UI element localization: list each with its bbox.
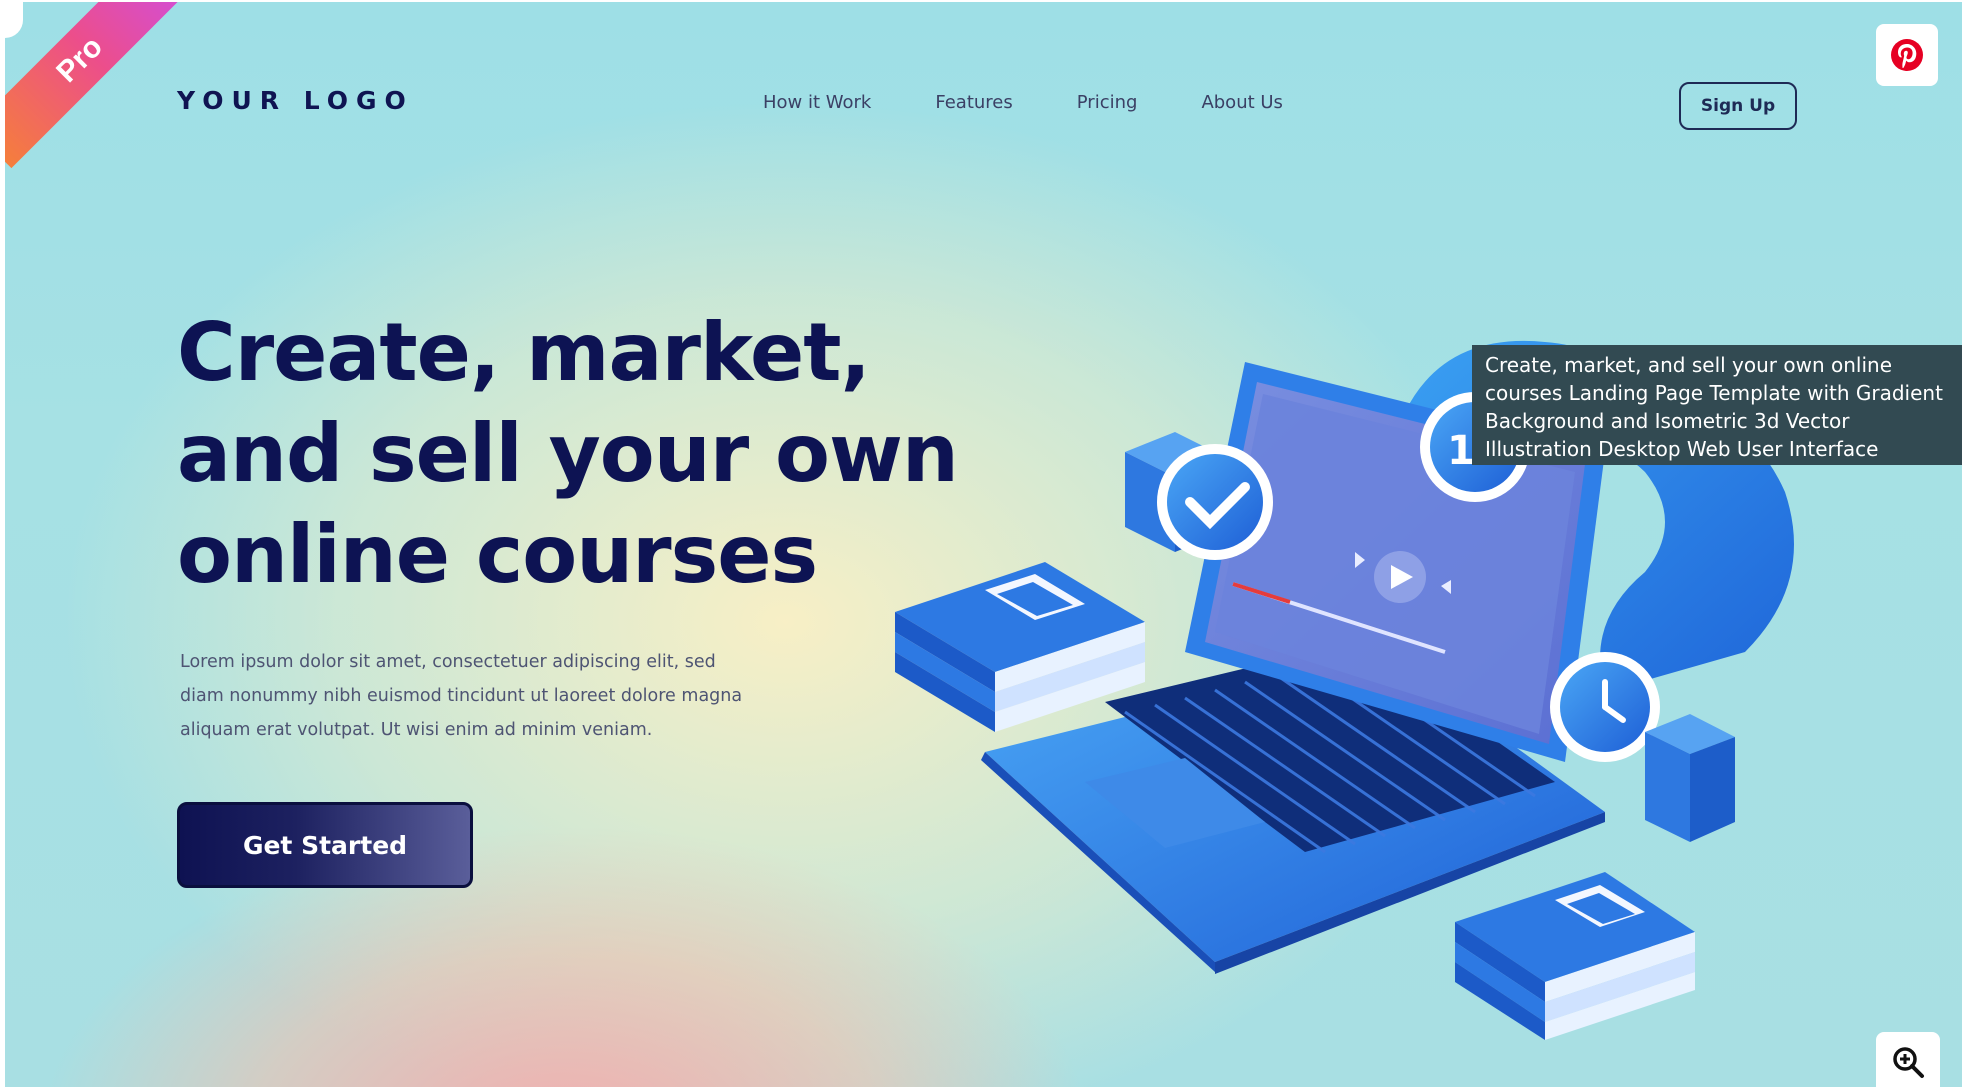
description-line: aliquam erat volutpat. Ut wisi enim ad m… (180, 720, 653, 740)
headline-line: online courses (177, 508, 818, 601)
headline-line: Create, market, (177, 306, 871, 399)
image-title-tooltip: Create, market, and sell your own online… (1472, 345, 1962, 465)
sign-up-button[interactable]: Sign Up (1679, 82, 1797, 130)
nav-item-about-us[interactable]: About Us (1201, 92, 1283, 113)
book-stack-icon (895, 562, 1145, 732)
pro-badge: Pro (5, 2, 189, 169)
get-started-button[interactable]: Get Started (177, 802, 473, 888)
hero-headline: Create, market, and sell your own online… (177, 302, 977, 605)
zoom-button[interactable] (1876, 1032, 1940, 1092)
checkmark-icon (1157, 444, 1273, 560)
server-icon (1645, 714, 1735, 842)
main-nav: How it Work Features Pricing About Us (763, 92, 1347, 113)
nav-item-how-it-work[interactable]: How it Work (763, 92, 871, 113)
book-stack-icon (1455, 872, 1695, 1040)
corner-mask (5, 2, 23, 38)
description-line: diam nonummy nibh euismod tincidunt ut l… (180, 686, 743, 706)
pro-badge-label: Pro (50, 30, 109, 90)
site-logo[interactable]: YOUR LOGO (177, 86, 414, 115)
tooltip-line: Illustration Desktop Web User Interface (1485, 437, 1879, 461)
description-line: Lorem ipsum dolor sit amet, consectetuer… (180, 652, 716, 672)
tooltip-line: Create, market, and sell your own online (1485, 353, 1893, 377)
nav-item-pricing[interactable]: Pricing (1077, 92, 1138, 113)
headline-line: and sell your own (177, 407, 959, 500)
clock-icon (1550, 652, 1660, 762)
zoom-in-icon (1893, 1047, 1924, 1078)
nav-item-features[interactable]: Features (935, 92, 1012, 113)
pinterest-save-button[interactable] (1876, 24, 1938, 86)
tooltip-line: courses Landing Page Template with Gradi… (1485, 381, 1943, 405)
pinterest-icon (1891, 39, 1923, 71)
landing-page-preview: Pro YOUR LOGO How it Work Features Prici… (5, 2, 1962, 1087)
tooltip-line: Background and Isometric 3d Vector (1485, 409, 1850, 433)
hero-description: Lorem ipsum dolor sit amet, consectetuer… (180, 645, 800, 747)
